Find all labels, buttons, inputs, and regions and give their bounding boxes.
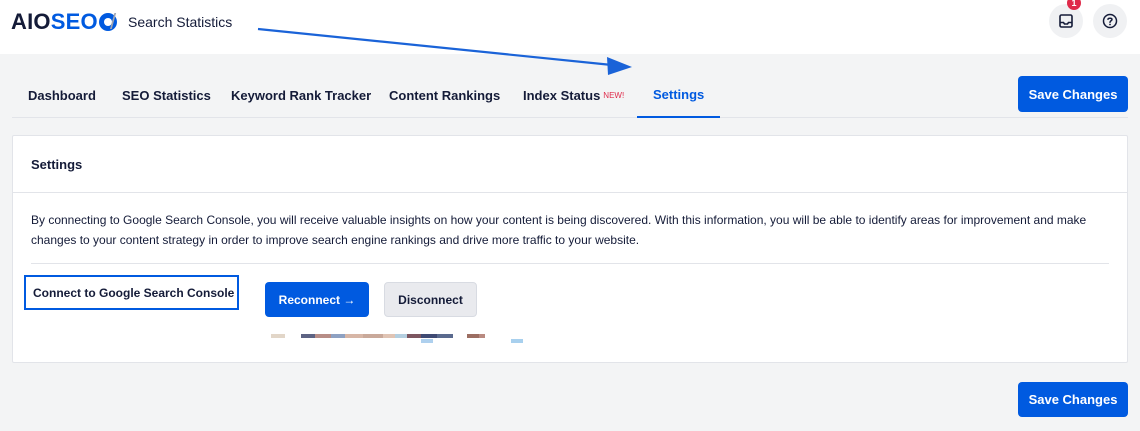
annotation-arrow [257, 27, 632, 75]
